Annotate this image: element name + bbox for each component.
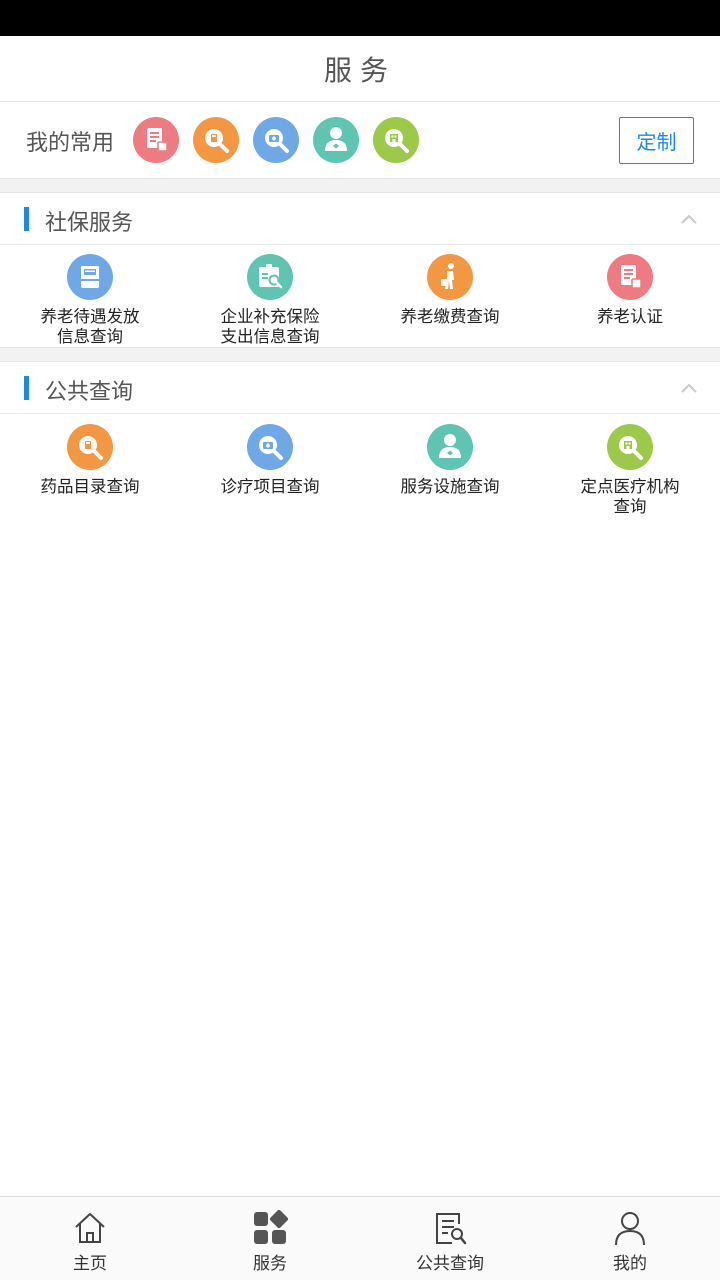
home-icon [75,1213,105,1243]
status-bar [0,0,720,36]
grid-item-pension-payment[interactable]: 养老缴费查询 [360,245,540,347]
service-facility-icon[interactable] [313,117,359,163]
supplementary-insurance-icon [247,254,293,300]
grid-item-label: 养老待遇发放 信息查询 [40,307,140,346]
section-title: 公共查询 [45,380,134,405]
grid-item-service-facilities[interactable]: 服务设施查询 [360,415,540,517]
grid-item-designated-medical-institutions[interactable]: 定点医疗机构 查询 [540,415,720,517]
chevron-up-icon[interactable] [680,380,698,398]
grid-item-label: 养老缴费查询 [400,307,500,326]
services-grid-icon [254,1210,288,1244]
drug-search-icon [67,424,113,470]
pension-payment-icon [427,254,473,300]
customize-button[interactable]: 定制 [619,117,694,164]
social-security-grid: 养老待遇发放 信息查询 企业补充保险 支出信息查询 养老缴费查询 养老认证 [0,245,720,347]
tab-label: 我的 [613,1254,647,1274]
tab-label: 服务 [253,1254,287,1274]
favorites-icons [133,117,433,163]
drug-search-icon[interactable] [193,117,239,163]
profile-icon [615,1212,645,1246]
tab-label: 公共查询 [416,1254,484,1274]
tab-home[interactable]: 主页 [0,1197,180,1280]
medical-institution-search-icon [607,424,653,470]
section-accent-bar [24,376,29,400]
favorites-row: 我的常用 定制 [0,103,720,178]
section-accent-bar [24,207,29,231]
grid-item-pension-certification[interactable]: 养老认证 [540,245,720,347]
grid-item-label: 药品目录查询 [40,477,140,496]
tab-label: 主页 [73,1254,107,1274]
grid-item-supplementary-insurance[interactable]: 企业补充保险 支出信息查询 [180,245,360,347]
treatment-search-icon [247,424,293,470]
grid-item-drug-catalog[interactable]: 药品目录查询 [0,415,180,517]
page-title: 服务 [323,53,396,87]
tab-public-query[interactable]: 公共查询 [360,1197,540,1280]
public-query-icon [436,1213,467,1245]
public-query-grid: 药品目录查询 诊疗项目查询 服务设施查询 定点医疗机构 查询 [0,415,720,517]
bottom-tab-bar: 主页 服务 公共查询 我的 [0,1196,720,1280]
section-header-social-security[interactable]: 社保服务 [0,193,720,245]
section-divider [0,347,720,362]
grid-item-label: 服务设施查询 [400,477,500,496]
title-bar: 服务 [0,36,720,102]
favorites-label: 我的常用 [26,131,115,156]
grid-item-label: 定点医疗机构 查询 [580,477,680,516]
section-title: 社保服务 [45,211,134,236]
treatment-search-icon[interactable] [253,117,299,163]
grid-item-label: 诊疗项目查询 [220,477,320,496]
medical-institution-search-icon[interactable] [373,117,419,163]
tab-services[interactable]: 服务 [180,1197,360,1280]
section-divider [0,178,720,193]
chevron-up-icon[interactable] [680,211,698,229]
section-header-public-query[interactable]: 公共查询 [0,362,720,414]
grid-item-label: 企业补充保险 支出信息查询 [220,307,320,346]
pension-certification-icon[interactable] [133,117,179,163]
service-facility-icon [427,424,473,470]
pension-payout-icon [67,254,113,300]
pension-certification-icon [607,254,653,300]
grid-item-treatment-items[interactable]: 诊疗项目查询 [180,415,360,517]
grid-item-label: 养老认证 [597,307,663,326]
tab-profile[interactable]: 我的 [540,1197,720,1280]
grid-item-pension-payout[interactable]: 养老待遇发放 信息查询 [0,245,180,347]
